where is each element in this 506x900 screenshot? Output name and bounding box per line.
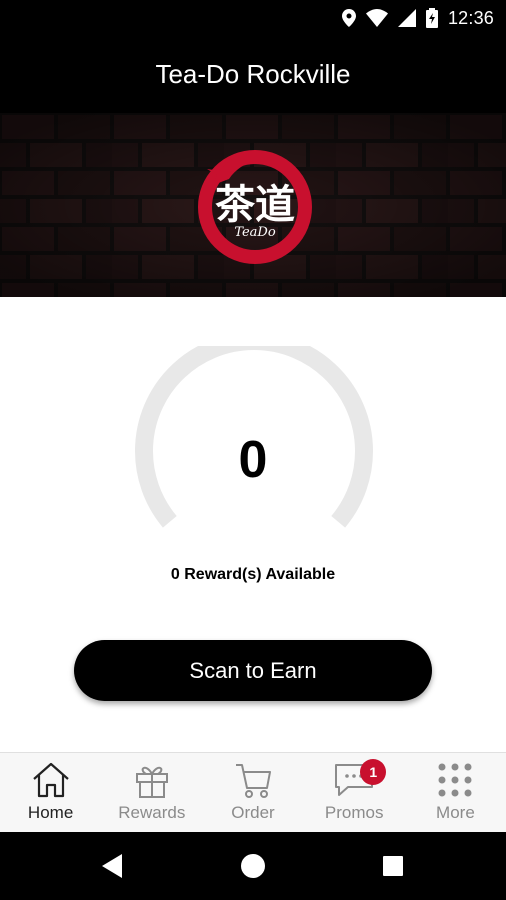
logo-script: TeaDo [234, 225, 276, 240]
home-nav-button[interactable] [213, 832, 293, 900]
tab-more[interactable]: More [405, 753, 506, 833]
cart-icon [236, 764, 271, 798]
tab-label: Rewards [118, 803, 186, 822]
teado-logo: 茶道 TeaDo [193, 145, 317, 269]
promos-badge: 1 [360, 759, 387, 785]
tab-label: Promos [324, 803, 384, 822]
system-nav-bar [0, 832, 506, 900]
page-title: Tea-Do Rockville [155, 59, 351, 89]
tab-label: Home [27, 803, 74, 822]
gift-icon [135, 766, 168, 798]
store-banner: 茶道 TeaDo [0, 113, 506, 297]
scan-to-earn-button[interactable]: Scan to Earn [74, 640, 432, 701]
grid-icon [438, 763, 472, 797]
home-circle-icon [241, 854, 265, 878]
tab-label: Order [231, 803, 275, 822]
status-time: 12:36 [447, 7, 494, 28]
back-icon [102, 854, 122, 878]
home-icon [32, 762, 69, 798]
recents-icon [383, 856, 403, 876]
location-icon [341, 9, 356, 27]
tab-order[interactable]: Order [202, 753, 303, 833]
status-icons: 12:36 [341, 0, 494, 36]
logo-characters: 茶道 [215, 181, 295, 228]
rewards-available: 0 Reward(s) Available [170, 566, 336, 583]
recents-button[interactable] [353, 832, 433, 900]
tab-home[interactable]: Home [0, 753, 101, 833]
cell-signal-icon [397, 9, 416, 27]
tab-promos[interactable]: 1 Promos [304, 753, 405, 833]
wifi-icon [365, 9, 388, 27]
app-bar: Tea-Do Rockville [0, 36, 506, 113]
status-bar: 12:36 [0, 0, 506, 36]
tab-rewards[interactable]: Rewards [101, 753, 202, 833]
bottom-tab-bar: Home Rewards Order 1 Promos More [0, 752, 506, 833]
tab-label: More [436, 803, 475, 822]
back-button[interactable] [72, 832, 152, 900]
battery-icon [425, 8, 438, 28]
points-balance: 0 [238, 431, 268, 489]
